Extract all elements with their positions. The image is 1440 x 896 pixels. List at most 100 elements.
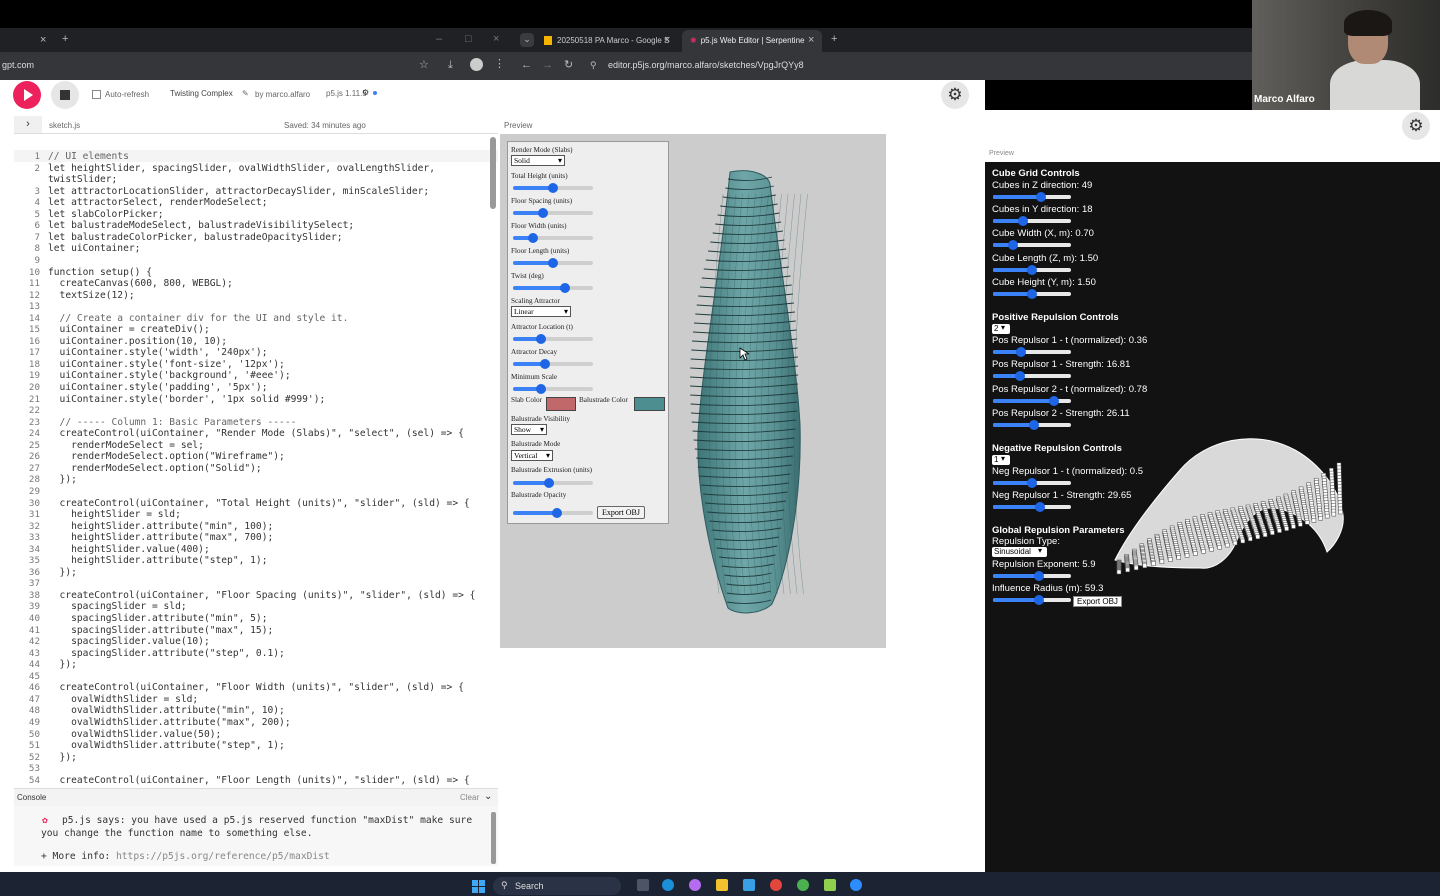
new-tab-icon[interactable]: + — [831, 33, 837, 45]
global-repulsion-slider-thumb[interactable] — [1034, 571, 1045, 581]
windows-start-icon[interactable] — [472, 880, 485, 893]
negative-repulsor-slider[interactable] — [993, 502, 1071, 513]
file-explorer-icon[interactable] — [716, 879, 728, 891]
code-line[interactable]: }); — [48, 659, 77, 671]
positive-repulsor-slider-thumb[interactable] — [1048, 395, 1059, 406]
positive-repulsor-slider[interactable] — [993, 371, 1071, 382]
sketch-slider-thumb[interactable] — [536, 334, 546, 344]
code-line[interactable]: createControl(uiContainer, "Floor Width … — [48, 682, 464, 694]
code-line[interactable]: // UI elements — [48, 151, 129, 163]
zoom-icon[interactable] — [850, 879, 862, 891]
sketch-slider[interactable] — [513, 233, 593, 243]
code-line[interactable]: uiContainer.style('background', '#eee'); — [48, 370, 291, 382]
sketch-slider[interactable] — [513, 208, 593, 218]
code-line[interactable]: spacingSlider = sld; — [48, 601, 187, 613]
chrome-icon[interactable] — [770, 879, 782, 891]
sketch-owner[interactable]: by marco.alfaro — [255, 90, 310, 99]
scaling-attractor-select[interactable]: Linear — [511, 306, 571, 317]
sketch-slider[interactable] — [513, 258, 593, 268]
edit-pencil-icon[interactable]: ✎ — [242, 89, 249, 98]
code-line[interactable]: textSize(12); — [48, 290, 135, 302]
code-line[interactable]: let attractorSelect, renderModeSelect; — [48, 197, 268, 209]
balustrade-extrusion-slider[interactable] — [513, 478, 593, 488]
sketch-slider[interactable] — [513, 183, 593, 193]
export-obj-button[interactable]: Export OBJ — [597, 506, 645, 519]
play-button[interactable] — [13, 81, 41, 109]
code-line[interactable]: createControl(uiContainer, "Floor Spacin… — [48, 590, 476, 602]
sketch-slider-thumb[interactable] — [560, 283, 570, 293]
balustrade-mode-select[interactable]: Vertical — [511, 450, 553, 461]
copilot-icon[interactable] — [689, 879, 701, 891]
code-line[interactable]: twistSlider; — [48, 174, 117, 186]
bookmark-star-icon[interactable]: ☆ — [419, 59, 429, 71]
sketch-slider[interactable] — [513, 283, 593, 293]
profile-avatar[interactable] — [470, 58, 483, 71]
positive-repulsor-slider[interactable] — [993, 419, 1071, 430]
rhino-grasshopper-icon[interactable] — [824, 879, 836, 891]
global-repulsion-slider[interactable] — [993, 571, 1071, 581]
cube-grid-slider-thumb[interactable] — [1027, 264, 1037, 275]
negative-repulsor-slider-thumb[interactable] — [1027, 478, 1037, 488]
tab-close-icon[interactable]: × — [808, 34, 814, 46]
version-gear-icon[interactable]: ⚙ — [362, 88, 369, 97]
code-line[interactable]: let balustradeModeSelect, balustradeVisi… — [48, 220, 354, 232]
code-line[interactable]: function setup() { — [48, 267, 152, 279]
code-line[interactable]: ovalWidthSlider.value(50); — [48, 729, 221, 741]
code-line[interactable]: heightSlider.attribute("step", 1); — [48, 555, 267, 567]
code-line[interactable]: uiContainer.style('padding', '5px'); — [48, 382, 268, 394]
sketch-slider[interactable] — [513, 384, 593, 394]
code-line[interactable]: uiContainer.style('width', '240px'); — [48, 347, 268, 359]
minimize-icon[interactable]: – — [436, 33, 442, 45]
code-line[interactable]: }); — [48, 474, 77, 486]
reload-icon[interactable]: ↻ — [564, 59, 573, 71]
right-url-text[interactable]: editor.p5js.org/marco.alfaro/sketches/Vp… — [608, 60, 804, 70]
code-line[interactable]: spacingSlider.value(10); — [48, 636, 210, 648]
code-line[interactable]: ovalWidthSlider = sld; — [48, 694, 198, 706]
right-url-bar[interactable]: ← → ↻ ⚲ editor.p5js.org/marco.alfaro/ske… — [512, 52, 1252, 80]
code-line[interactable]: // Create a container div for the UI and… — [48, 313, 349, 325]
site-info-icon[interactable]: ⚲ — [590, 59, 597, 71]
code-line[interactable]: renderModeSelect.option("Wireframe"); — [48, 451, 285, 463]
positive-repulsor-slider[interactable] — [993, 347, 1071, 357]
edge-browser-icon[interactable] — [662, 879, 674, 891]
new-tab-icon[interactable]: + — [62, 33, 68, 45]
sketch-slider-thumb[interactable] — [548, 258, 558, 268]
code-line[interactable]: createCanvas(600, 800, WEBGL); — [48, 278, 233, 290]
sketch-slider-thumb[interactable] — [540, 359, 550, 369]
chrome-profile-icon[interactable] — [797, 879, 809, 891]
code-line[interactable]: createControl(uiContainer, "Total Height… — [48, 498, 470, 510]
code-line[interactable]: }); — [48, 567, 77, 579]
cube-grid-slider-thumb[interactable] — [1017, 216, 1028, 227]
code-line[interactable]: spacingSlider.attribute("step", 0.1); — [48, 648, 285, 660]
code-scrollbar[interactable] — [490, 137, 496, 209]
tab-close-icon[interactable]: × — [40, 34, 46, 46]
sketch-slider-thumb[interactable] — [536, 384, 546, 394]
sidebar-toggle-icon[interactable]: › — [14, 116, 42, 133]
balustrade-opacity-slider[interactable] — [513, 508, 593, 518]
balustrade-color-picker[interactable] — [634, 397, 665, 411]
code-line[interactable]: ovalWidthSlider.attribute("min", 10); — [48, 705, 285, 717]
settings-gear-icon[interactable]: ⚙ — [1402, 112, 1430, 140]
code-line[interactable]: heightSlider.attribute("min", 100); — [48, 521, 273, 533]
code-line[interactable]: let uiContainer; — [48, 243, 140, 255]
taskbar-search-box[interactable]: ⚲ Search — [493, 877, 621, 895]
code-line[interactable]: ovalWidthSlider.attribute("step", 1); — [48, 740, 285, 752]
code-line[interactable]: let slabColorPicker; — [48, 209, 164, 221]
cube-grid-slider[interactable] — [993, 264, 1071, 275]
cube-grid-slider[interactable] — [993, 288, 1071, 299]
code-line[interactable]: uiContainer.position(10, 10); — [48, 336, 228, 348]
negative-repulsor-slider[interactable] — [993, 478, 1071, 488]
code-line[interactable]: }); — [48, 752, 77, 764]
code-line[interactable]: ovalWidthSlider.attribute("max", 200); — [48, 717, 291, 729]
settings-gear-icon[interactable]: ⚙ — [941, 81, 969, 109]
maximize-icon[interactable]: □ — [465, 33, 472, 45]
auto-refresh-checkbox[interactable] — [92, 90, 101, 99]
back-arrow-icon[interactable]: ← — [521, 59, 532, 71]
sketch-slider-thumb[interactable] — [528, 233, 538, 243]
code-line[interactable]: spacingSlider.attribute("min", 5); — [48, 613, 267, 625]
left-url-bar[interactable]: gpt.com ☆ ⤓ ⋮ — [0, 52, 512, 80]
tab-p5js-editor[interactable]: ✱ p5.js Web Editor | Serpentine — [682, 30, 822, 52]
code-line[interactable]: createControl(uiContainer, "Render Mode … — [48, 428, 464, 440]
positive-repulsor-slider-thumb[interactable] — [1014, 371, 1025, 382]
console-clear-button[interactable]: Clear — [460, 793, 479, 802]
